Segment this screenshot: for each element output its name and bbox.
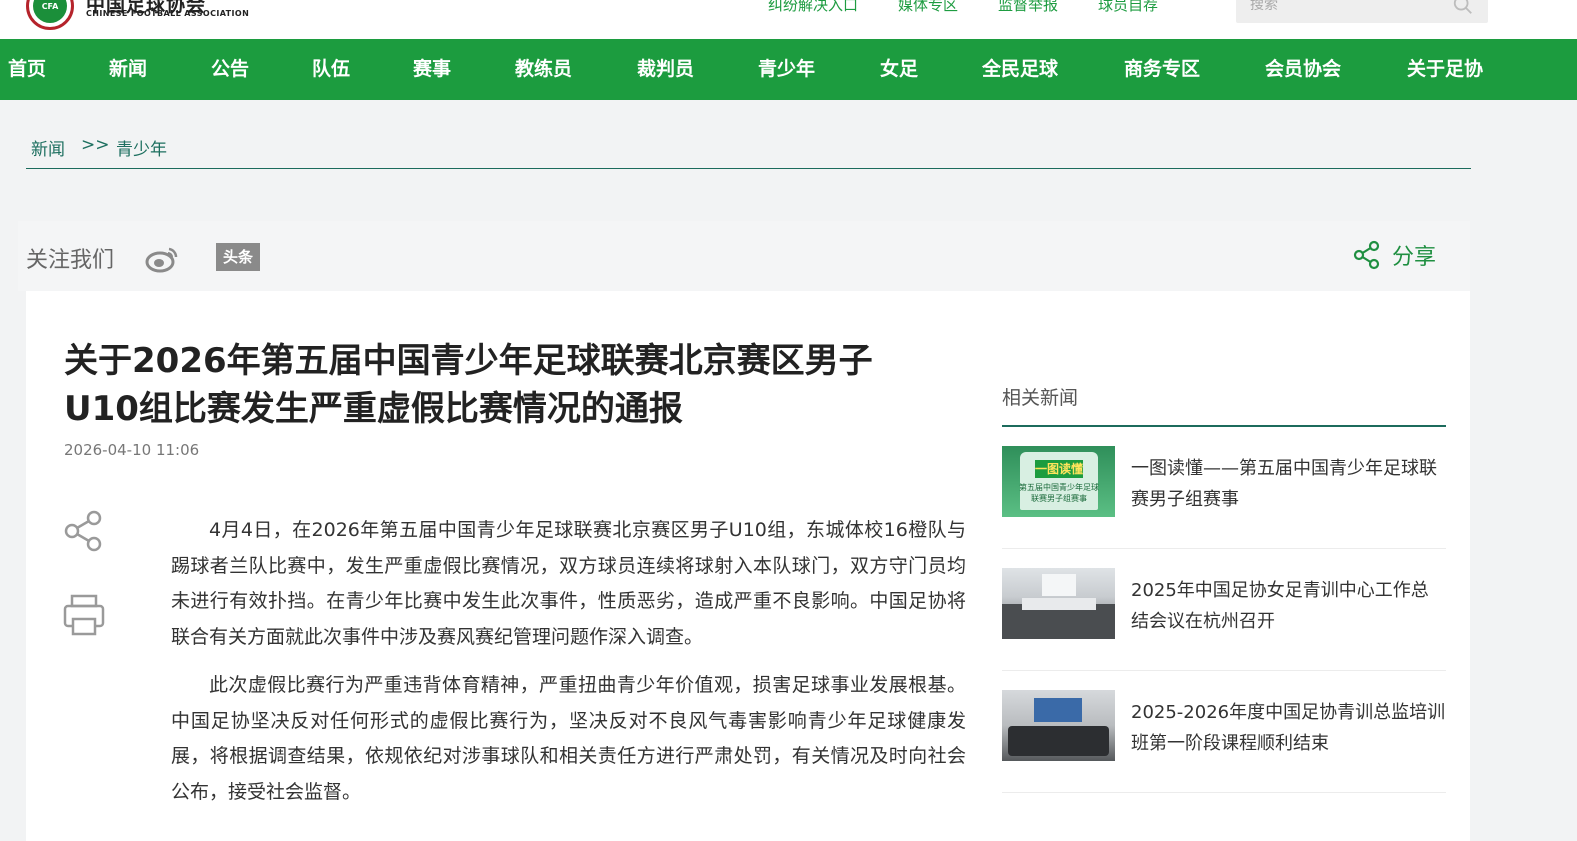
cfa-logo-icon[interactable]: CFA bbox=[26, 0, 74, 30]
thumb-caption: 一图读懂 bbox=[1035, 460, 1083, 478]
main-nav: 首页 新闻 公告 队伍 赛事 教练员 裁判员 青少年 女足 全民足球 商务专区 … bbox=[0, 39, 1577, 100]
article-body: 4月4日，在2026年第五届中国青少年足球联赛北京赛区男子U10组，东城体校16… bbox=[171, 513, 966, 823]
share-label: 分享 bbox=[1392, 245, 1437, 270]
breadcrumb-youth[interactable]: 青少年 bbox=[116, 135, 167, 160]
print-icon[interactable] bbox=[62, 593, 106, 637]
nav-item-news[interactable]: 新闻 bbox=[109, 39, 147, 100]
search-box bbox=[1236, 0, 1488, 23]
related-news-item[interactable]: 一图读懂 第五届中国青少年足球联赛男子组赛事 一图读懂——第五届中国青少年足球联… bbox=[1002, 427, 1446, 549]
related-news-title: 相关新闻 bbox=[1002, 377, 1446, 427]
related-news-text: 2025-2026年度中国足协青训总监培训班第一阶段课程顺利结束 bbox=[1131, 702, 1446, 754]
related-news: 相关新闻 一图读懂 第五届中国青少年足球联赛男子组赛事 一图读懂——第五届中国青… bbox=[1002, 377, 1446, 793]
related-news-text: 2025年中国足协女足青训中心工作总结会议在杭州召开 bbox=[1131, 580, 1429, 632]
nav-item-grassroots[interactable]: 全民足球 bbox=[982, 39, 1058, 100]
top-links: 纠纷解决入口 媒体专区 监督举报 球员自荐 bbox=[768, 0, 1198, 15]
logo-subtitle: CHINESE FOOTBALL ASSOCIATION bbox=[86, 9, 250, 18]
related-news-item[interactable]: 2025年中国足协女足青训中心工作总结会议在杭州召开 bbox=[1002, 549, 1446, 671]
breadcrumb: 新闻 >> 青少年 bbox=[26, 101, 1471, 169]
nav-item-referees[interactable]: 裁判员 bbox=[637, 39, 694, 100]
nav-item-members[interactable]: 会员协会 bbox=[1265, 39, 1341, 100]
nav-item-notices[interactable]: 公告 bbox=[211, 39, 249, 100]
nav-item-teams[interactable]: 队伍 bbox=[312, 39, 350, 100]
share-button[interactable]: 分享 bbox=[1352, 239, 1436, 271]
article-card: 关于2026年第五届中国青少年足球联赛北京赛区男子U10组比赛发生严重虚假比赛情… bbox=[26, 291, 1470, 841]
related-news-item[interactable]: 2025-2026年度中国足协青训总监培训班第一阶段课程顺利结束 bbox=[1002, 671, 1446, 793]
top-link-report[interactable]: 监督举报 bbox=[998, 0, 1058, 15]
breadcrumb-separator: >> bbox=[81, 135, 110, 155]
news-thumbnail: 一图读懂 第五届中国青少年足球联赛男子组赛事 bbox=[1002, 446, 1115, 517]
nav-item-womens[interactable]: 女足 bbox=[880, 39, 918, 100]
search-icon[interactable] bbox=[1452, 0, 1474, 16]
nav-item-coaches[interactable]: 教练员 bbox=[515, 39, 572, 100]
thumb-subcaption: 第五届中国青少年足球联赛男子组赛事 bbox=[1019, 483, 1099, 503]
nav-item-home[interactable]: 首页 bbox=[8, 39, 46, 100]
top-link-media[interactable]: 媒体专区 bbox=[898, 0, 958, 15]
follow-bar: 关注我们 头条 分享 bbox=[18, 221, 1470, 291]
follow-label: 关注我们 bbox=[26, 248, 115, 273]
nav-item-business[interactable]: 商务专区 bbox=[1124, 39, 1200, 100]
article-title: 关于2026年第五届中国青少年足球联赛北京赛区男子U10组比赛发生严重虚假比赛情… bbox=[64, 341, 873, 429]
share-icon[interactable] bbox=[62, 509, 106, 553]
search-input[interactable] bbox=[1236, 0, 1436, 20]
top-link-dispute[interactable]: 纠纷解决入口 bbox=[768, 0, 858, 15]
weibo-icon[interactable] bbox=[145, 243, 179, 273]
top-header: CFA 中国足球协会 CHINESE FOOTBALL ASSOCIATION … bbox=[0, 0, 1577, 39]
nav-item-about[interactable]: 关于足协 bbox=[1407, 39, 1483, 100]
toutiao-icon[interactable]: 头条 bbox=[216, 243, 260, 271]
nav-item-youth[interactable]: 青少年 bbox=[758, 39, 815, 100]
nav-item-events[interactable]: 赛事 bbox=[413, 39, 451, 100]
share-icon bbox=[1353, 240, 1380, 270]
breadcrumb-news[interactable]: 新闻 bbox=[31, 135, 65, 160]
news-thumbnail bbox=[1002, 568, 1115, 639]
article-paragraph: 此次虚假比赛行为严重违背体育精神，严重扭曲青少年价值观，损害足球事业发展根基。中… bbox=[171, 674, 966, 803]
article-date: 2026-04-10 11:06 bbox=[64, 441, 200, 459]
top-link-player-apply[interactable]: 球员自荐 bbox=[1098, 0, 1158, 15]
logo-badge: CFA bbox=[33, 0, 67, 23]
article-paragraph: 4月4日，在2026年第五届中国青少年足球联赛北京赛区男子U10组，东城体校16… bbox=[171, 519, 966, 648]
related-news-text: 一图读懂——第五届中国青少年足球联赛男子组赛事 bbox=[1131, 458, 1437, 510]
news-thumbnail bbox=[1002, 690, 1115, 761]
